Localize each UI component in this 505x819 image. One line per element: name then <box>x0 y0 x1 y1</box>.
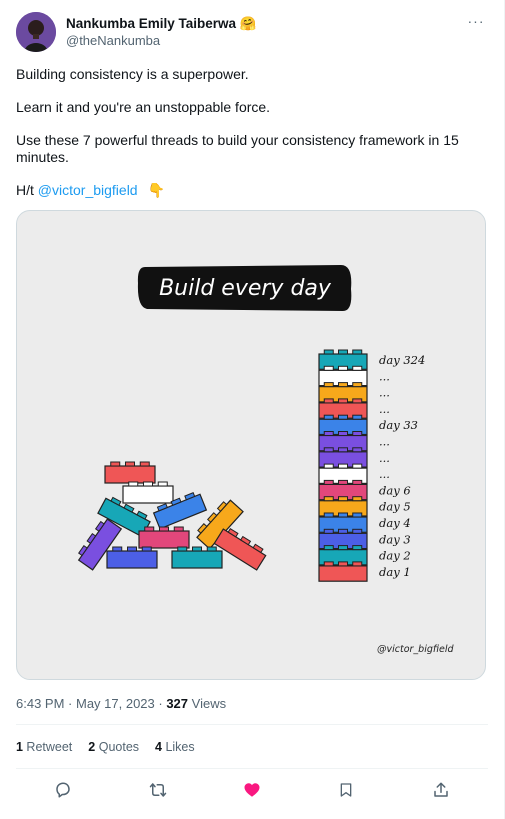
brick-tower <box>318 349 368 582</box>
tower-label: day 6 <box>379 483 411 497</box>
retweets-label: Retweet <box>22 740 73 754</box>
tower-label: ... <box>379 451 390 465</box>
likes-label: Likes <box>161 740 195 754</box>
tweet-text: Building consistency is a superpower. Le… <box>16 66 486 199</box>
tower-label: day 2 <box>379 549 411 563</box>
tweet-meta: 6:43 PM · May 17, 2023 · 327 Views <box>16 696 226 711</box>
pointing-down-emoji: 👇 <box>147 182 165 198</box>
tweet-image[interactable]: Build every day day 324......... day 33..… <box>16 210 486 680</box>
tower-label: ... <box>379 386 390 400</box>
views-count: 327 <box>166 696 189 711</box>
pile-brick <box>171 546 223 569</box>
bookmark-icon <box>341 783 352 797</box>
engagement-stats: 1 Retweet 2 Quotes 4 Likes <box>16 740 195 754</box>
retweets-count: 1 <box>16 740 23 754</box>
tweet-line: Learn it and you're an unstoppable force… <box>16 99 271 115</box>
avatar[interactable] <box>16 12 56 52</box>
pile-brick <box>104 461 156 484</box>
share-icon <box>434 782 448 797</box>
hugging-emoji: 🤗 <box>239 16 257 31</box>
quotes-stat[interactable]: 2 Quotes <box>88 740 139 754</box>
tower-brick <box>318 561 368 582</box>
reply-button[interactable] <box>46 776 80 804</box>
more-options-icon[interactable]: ··· <box>464 14 488 32</box>
tower-label: ... <box>379 467 390 481</box>
tower-labels: day 324......... day 33......... day 6 day … <box>379 353 425 579</box>
pile-brick <box>106 546 158 569</box>
tweet-date[interactable]: May 17, 2023 <box>76 696 155 711</box>
share-button[interactable] <box>424 776 458 804</box>
scattered-bricks <box>77 461 267 571</box>
divider <box>16 724 488 725</box>
retweet-button[interactable] <box>141 776 175 804</box>
views-label: Views <box>188 696 227 711</box>
tweet-time[interactable]: 6:43 PM <box>16 696 64 711</box>
likes-count: 4 <box>155 740 162 754</box>
mention-link[interactable]: @victor_bigfield <box>38 182 138 198</box>
tweet-header: Nankumba Emily Taiberwa 🤗 @theNankumba ·… <box>16 12 488 54</box>
tower-label: day 324 <box>379 353 425 367</box>
like-button[interactable] <box>235 776 269 804</box>
tower-label: ... <box>379 402 390 416</box>
display-name[interactable]: Nankumba Emily Taiberwa 🤗 <box>66 15 257 32</box>
hat-tip-prefix: H/t <box>16 182 38 198</box>
tower-label: day 1 <box>379 565 411 579</box>
tweet-detail: Nankumba Emily Taiberwa 🤗 @theNankumba ·… <box>0 0 505 819</box>
meta-separator: · <box>64 696 76 711</box>
tower-label: day 3 <box>379 532 411 546</box>
quotes-label: Quotes <box>95 740 140 754</box>
display-name-text[interactable]: Nankumba Emily Taiberwa <box>66 16 236 31</box>
hat-tip-line: H/t @victor_bigfield 👇 <box>16 182 486 199</box>
tower-label: day 4 <box>379 516 411 530</box>
banner-text: Build every day <box>159 276 332 301</box>
meta-separator: · <box>154 696 167 711</box>
likes-stat[interactable]: 4 Likes <box>155 740 195 754</box>
retweet-icon <box>149 783 166 797</box>
tower-label: ... <box>379 369 390 383</box>
bookmark-button[interactable] <box>329 776 363 804</box>
tweet-line: Use these 7 powerful threads to build yo… <box>16 132 459 165</box>
watermark-text: @victor_bigfield <box>377 644 454 655</box>
retweets-stat[interactable]: 1 Retweet <box>16 740 72 754</box>
user-handle[interactable]: @theNankumba <box>66 32 257 49</box>
divider <box>16 768 488 769</box>
heart-icon <box>244 783 260 797</box>
pile-brick <box>138 526 190 549</box>
build-every-day-illustration: Build every day day 324......... day 33..… <box>77 265 454 655</box>
tower-label: day 33 <box>379 418 418 432</box>
reply-icon <box>56 782 70 798</box>
tower-label: ... <box>379 435 390 449</box>
action-bar <box>16 776 488 804</box>
tower-label: day 5 <box>379 500 411 514</box>
pile-brick <box>122 481 174 504</box>
tweet-line: Building consistency is a superpower. <box>16 66 249 82</box>
